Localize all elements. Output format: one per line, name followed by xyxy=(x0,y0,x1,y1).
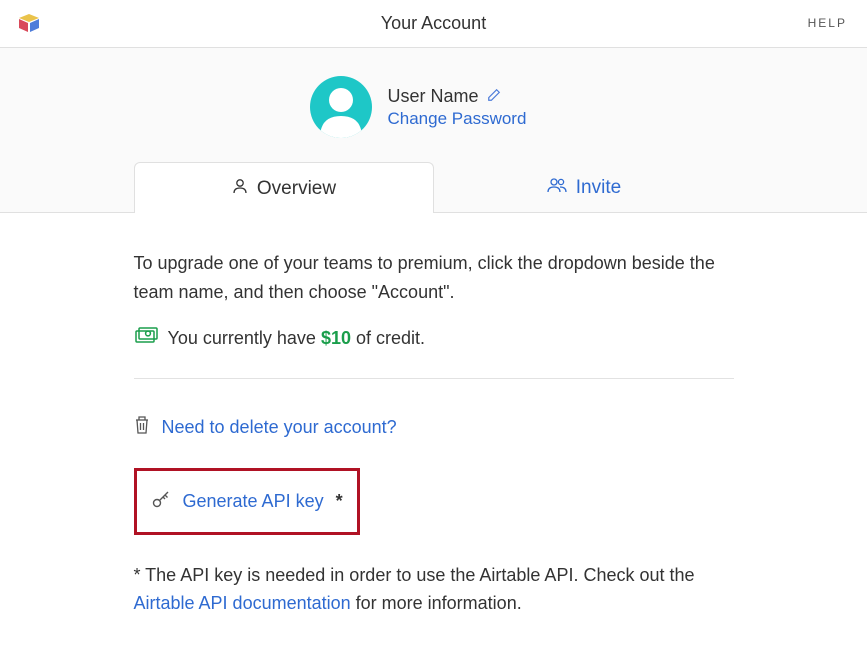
delete-account-row: Need to delete your account? xyxy=(134,415,734,440)
avatar xyxy=(310,76,372,138)
generate-api-key-box: Generate API key * xyxy=(134,468,360,535)
content: To upgrade one of your teams to premium,… xyxy=(130,249,738,618)
user-name-row: User Name xyxy=(388,86,558,107)
money-icon xyxy=(134,327,158,350)
tab-invite-label: Invite xyxy=(576,177,621,199)
people-icon xyxy=(546,176,568,200)
user-name: User Name xyxy=(388,86,479,107)
tab-invite[interactable]: Invite xyxy=(434,162,734,212)
api-footnote: * The API key is needed in order to use … xyxy=(134,561,734,619)
trash-icon xyxy=(134,415,150,440)
page-title: Your Account xyxy=(0,13,867,34)
app-logo[interactable] xyxy=(16,12,42,39)
divider xyxy=(134,378,734,379)
tab-overview[interactable]: Overview xyxy=(134,162,434,213)
header: Your Account HELP xyxy=(0,0,867,48)
key-icon xyxy=(151,489,171,514)
delete-account-link[interactable]: Need to delete your account? xyxy=(162,417,397,438)
api-docs-link[interactable]: Airtable API documentation xyxy=(134,593,351,613)
credit-text: You currently have $10 of credit. xyxy=(168,328,426,349)
help-link[interactable]: HELP xyxy=(808,16,847,30)
change-password-link[interactable]: Change Password xyxy=(388,109,558,129)
person-icon xyxy=(231,177,249,201)
upgrade-text: To upgrade one of your teams to premium,… xyxy=(134,249,734,307)
profile-section: User Name Change Password Overview xyxy=(0,48,867,213)
generate-api-key-link[interactable]: Generate API key xyxy=(183,491,324,512)
tabs: Overview Invite xyxy=(0,162,867,212)
edit-name-icon[interactable] xyxy=(487,86,501,107)
credit-row: You currently have $10 of credit. xyxy=(134,327,734,350)
asterisk: * xyxy=(336,491,343,512)
credit-amount: $10 xyxy=(321,328,351,348)
tab-overview-label: Overview xyxy=(257,178,336,200)
